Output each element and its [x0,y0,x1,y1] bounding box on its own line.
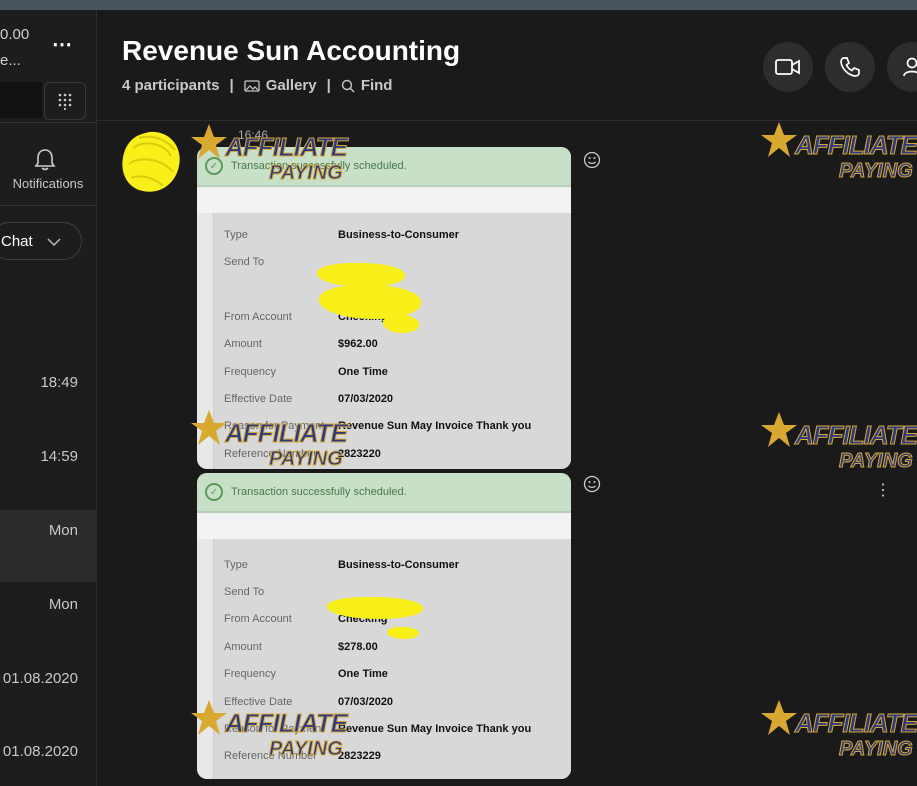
audio-call-button[interactable] [825,42,875,92]
detail-label: Effective Date [224,393,293,406]
detail-row: Frequency One Time [214,358,571,385]
separator: | [326,77,331,94]
watermark-line2: PAYING [269,738,344,761]
detail-value: $962.00 [338,338,378,351]
detail-label: Send To [224,586,265,599]
detail-row: Type Business-to-Consumer [214,551,571,578]
sender-avatar[interactable] [119,128,185,198]
detail-label: Type [224,228,248,241]
detail-label: Amount [224,338,262,351]
find-link[interactable]: Find [361,77,393,94]
check-circle-icon: ✓ [205,483,223,501]
video-call-button[interactable] [763,42,813,92]
chat-list-time[interactable]: 01.08.2020 [3,743,78,760]
smiley-reaction-icon[interactable] [583,475,601,493]
detail-row: Frequency One Time [214,661,571,688]
conversation-subheader: 4 participants | Gallery | Find [122,77,392,94]
watermark-line2: PAYING [269,448,344,471]
detail-value: One Time [338,668,388,681]
person-icon [903,57,917,77]
detail-label: From Account [224,310,292,323]
detail-label: Frequency [224,668,276,681]
chat-list-time[interactable]: Mon [49,522,78,539]
star-icon [761,700,797,735]
chat-list-time[interactable]: 18:49 [40,374,78,391]
watermark-logo: AFFILIATE PAYING [759,698,917,768]
success-banner: ✓ Transaction successfully scheduled. [197,473,571,513]
balance-line-1: 0.00 [0,26,30,43]
detail-row: Type Business-to-Consumer [214,221,571,248]
detail-value: $278.00 [338,640,378,653]
conversation-pane: Revenue Sun Accounting 4 participants | … [97,10,917,786]
detail-label: Send To [224,256,265,269]
notifications-label[interactable]: Notifications [0,176,96,191]
window-top-strip [0,0,917,10]
separator: | [229,77,234,94]
detail-value: Revenue Sun May Invoice Thank you [338,420,532,433]
watermark-line1: AFFILIATE [795,130,917,161]
account-balance: 0.00 e... [0,22,29,74]
watermark-line1: AFFILIATE [795,708,917,739]
sidebar: 0.00 e... ⋯ Notifications Chat 18:49 14:… [0,10,97,786]
add-people-button[interactable] [887,42,917,92]
message-more-icon[interactable]: ⋮ [875,480,891,500]
spacer [197,513,571,539]
conversation-title[interactable]: Revenue Sun Accounting [122,35,460,67]
chat-list-item-selected[interactable] [0,510,96,582]
star-icon [191,410,227,445]
watermark-line2: PAYING [839,738,914,761]
gallery-icon [244,79,260,92]
dialpad-button[interactable] [44,82,86,120]
detail-value: Business-to-Consumer [338,228,460,241]
search-icon [341,79,355,92]
detail-label: Amount [224,640,262,653]
detail-label: Frequency [224,365,276,378]
watermark-logo: AFFILIATE PAYING [189,698,359,768]
redaction-highlight [383,315,419,333]
watermark-logo: AFFILIATE PAYING [759,410,917,480]
detail-label: From Account [224,613,292,626]
video-camera-icon [775,59,800,75]
participants-link[interactable]: 4 participants [122,77,220,94]
chat-list-time[interactable]: 01.08.2020 [3,670,78,687]
chevron-down-icon [47,233,61,250]
more-options-icon[interactable]: ⋯ [52,32,73,57]
detail-row: Amount $962.00 [214,331,571,358]
success-banner-text: Transaction successfully scheduled. [231,486,407,498]
watermark-line1: AFFILIATE [225,708,349,739]
watermark-line1: AFFILIATE [225,418,349,449]
watermark-logo: AFFILIATE PAYING [189,122,359,192]
chat-list-time[interactable]: 14:59 [40,448,78,465]
watermark-line2: PAYING [269,162,344,185]
chat-list-time[interactable]: Mon [49,596,78,613]
watermark-line2: PAYING [839,450,914,473]
detail-value: Revenue Sun May Invoice Thank you [338,723,532,736]
star-icon [761,122,797,157]
phone-icon [840,57,860,77]
sidebar-divider [0,122,96,123]
chat-filter-dropdown[interactable]: Chat [0,222,82,260]
watermark-logo: AFFILIATE PAYING [759,120,917,190]
star-icon [761,412,797,447]
watermark-logo: AFFILIATE PAYING [189,408,359,478]
balance-line-2: e... [0,52,21,69]
watermark-line1: AFFILIATE [225,132,349,163]
watermark-line1: AFFILIATE [795,420,917,451]
detail-value: 07/03/2020 [338,393,394,406]
bell-icon[interactable] [34,148,56,172]
sidebar-divider [0,205,96,206]
star-icon [191,124,227,159]
star-icon [191,700,227,735]
dialpad-icon [58,93,72,110]
redaction-highlight [387,627,419,639]
watermark-line2: PAYING [839,160,914,183]
detail-value: One Time [338,365,388,378]
detail-value: Business-to-Consumer [338,558,460,571]
chat-filter-label: Chat [1,232,33,250]
search-input[interactable] [0,82,42,118]
gallery-link[interactable]: Gallery [266,77,317,94]
smiley-reaction-icon[interactable] [583,151,601,169]
detail-label: Type [224,558,248,571]
